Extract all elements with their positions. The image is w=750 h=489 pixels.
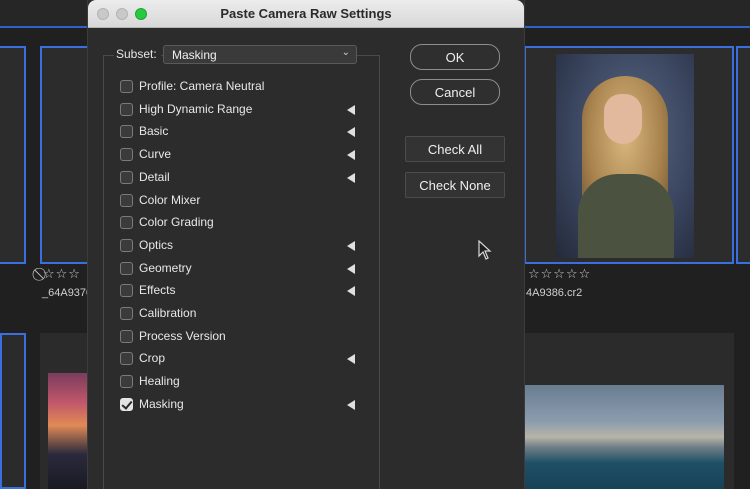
setting-checkbox[interactable] xyxy=(120,261,133,275)
portrait-face xyxy=(604,94,642,144)
setting-checkbox[interactable] xyxy=(120,307,133,320)
setting-row[interactable]: Optics xyxy=(120,237,360,255)
setting-row[interactable]: Masking xyxy=(120,396,360,414)
setting-row[interactable]: Detail xyxy=(120,169,360,187)
setting-label: Color Grading xyxy=(139,215,214,230)
setting-checkbox[interactable] xyxy=(120,80,133,93)
rating-stars-left[interactable]: ⃠☆☆☆ xyxy=(42,267,81,282)
setting-label: Masking xyxy=(139,396,184,411)
setting-label: Crop xyxy=(139,351,166,366)
setting-row[interactable]: Process Version xyxy=(120,328,360,346)
setting-row[interactable]: Color Grading xyxy=(120,214,360,232)
setting-label: Optics xyxy=(139,237,174,252)
rating-stars-right[interactable]: ☆☆☆☆☆ xyxy=(528,267,591,282)
setting-checkbox[interactable] xyxy=(120,329,133,343)
setting-row[interactable]: Basic xyxy=(120,123,360,141)
sunset-photo-thumbnail xyxy=(48,373,88,489)
ok-button[interactable]: OK xyxy=(410,44,500,70)
filename-right: 4A9386.cr2 xyxy=(526,287,583,299)
setting-checkbox[interactable] xyxy=(120,170,133,184)
setting-row[interactable]: High Dynamic Range xyxy=(120,101,360,119)
setting-row[interactable]: Geometry xyxy=(120,260,360,278)
setting-checkbox[interactable] xyxy=(120,352,133,366)
subset-label: Subset: xyxy=(114,47,161,61)
dialog-titlebar[interactable]: Paste Camera Raw Settings xyxy=(88,0,524,28)
disclosure-triangle-icon[interactable] xyxy=(347,172,355,183)
setting-row[interactable]: Crop xyxy=(120,350,360,368)
setting-row[interactable]: Profile: Camera Neutral xyxy=(120,78,360,96)
cityscape-photo-thumbnail xyxy=(524,385,724,489)
portrait-body xyxy=(578,174,674,258)
setting-label: Basic xyxy=(139,124,169,139)
disclosure-triangle-icon[interactable] xyxy=(347,240,355,251)
disclosure-triangle-icon[interactable] xyxy=(347,150,355,161)
check-none-button[interactable]: Check None xyxy=(405,172,505,198)
cancel-button[interactable]: Cancel xyxy=(410,79,500,105)
disclosure-triangle-icon[interactable] xyxy=(347,286,355,297)
setting-row[interactable]: Healing xyxy=(120,373,360,391)
check-all-button[interactable]: Check All xyxy=(405,136,505,162)
setting-checkbox[interactable] xyxy=(120,238,133,252)
setting-label: Color Mixer xyxy=(139,192,201,207)
setting-checkbox[interactable] xyxy=(120,102,133,116)
thumbnail-right-selected[interactable] xyxy=(524,46,734,264)
setting-label: Process Version xyxy=(139,328,226,343)
thumbnail-left-lower-partial[interactable] xyxy=(0,333,26,489)
setting-label: Geometry xyxy=(139,260,192,275)
setting-label: Detail xyxy=(139,169,170,184)
setting-row[interactable]: Color Mixer xyxy=(120,192,360,210)
disclosure-triangle-icon[interactable] xyxy=(347,127,355,138)
disclosure-triangle-icon[interactable] xyxy=(347,399,355,410)
setting-checkbox[interactable] xyxy=(120,216,133,230)
chevron-down-icon: ⌄ xyxy=(341,47,350,58)
subset-selected-value: Masking xyxy=(172,48,217,62)
setting-row[interactable]: Curve xyxy=(120,146,360,164)
thumbnail-left-partial[interactable] xyxy=(0,46,26,264)
subset-dropdown[interactable]: Masking ⌄ xyxy=(163,45,357,64)
setting-checkbox[interactable] xyxy=(120,193,133,207)
filename-left: _64A9370 xyxy=(42,287,93,299)
portrait-photo-thumbnail xyxy=(556,54,694,258)
setting-label: High Dynamic Range xyxy=(139,101,253,116)
setting-checkbox[interactable] xyxy=(120,148,133,162)
setting-label: Calibration xyxy=(139,306,197,320)
setting-label: Healing xyxy=(139,374,180,389)
setting-label: Profile: Camera Neutral xyxy=(139,79,265,93)
mouse-pointer-icon xyxy=(478,240,492,260)
setting-checkbox[interactable] xyxy=(120,375,133,389)
setting-checkbox[interactable] xyxy=(120,284,133,298)
thumbnail-far-right-partial[interactable] xyxy=(736,46,750,264)
thumbnail-right-lower[interactable] xyxy=(524,333,734,489)
setting-label: Curve xyxy=(139,147,172,162)
disclosure-triangle-icon[interactable] xyxy=(347,104,355,115)
dialog-title: Paste Camera Raw Settings xyxy=(220,6,392,21)
setting-row[interactable]: Calibration xyxy=(120,305,360,323)
setting-label: Effects xyxy=(139,283,176,298)
setting-row[interactable]: Effects xyxy=(120,282,360,300)
setting-checkbox[interactable] xyxy=(120,397,133,411)
paste-camera-raw-settings-dialog: Paste Camera Raw Settings Subset: Maskin… xyxy=(87,0,525,489)
disclosure-triangle-icon[interactable] xyxy=(347,263,355,274)
disclosure-triangle-icon[interactable] xyxy=(347,354,355,365)
setting-checkbox[interactable] xyxy=(120,125,133,139)
